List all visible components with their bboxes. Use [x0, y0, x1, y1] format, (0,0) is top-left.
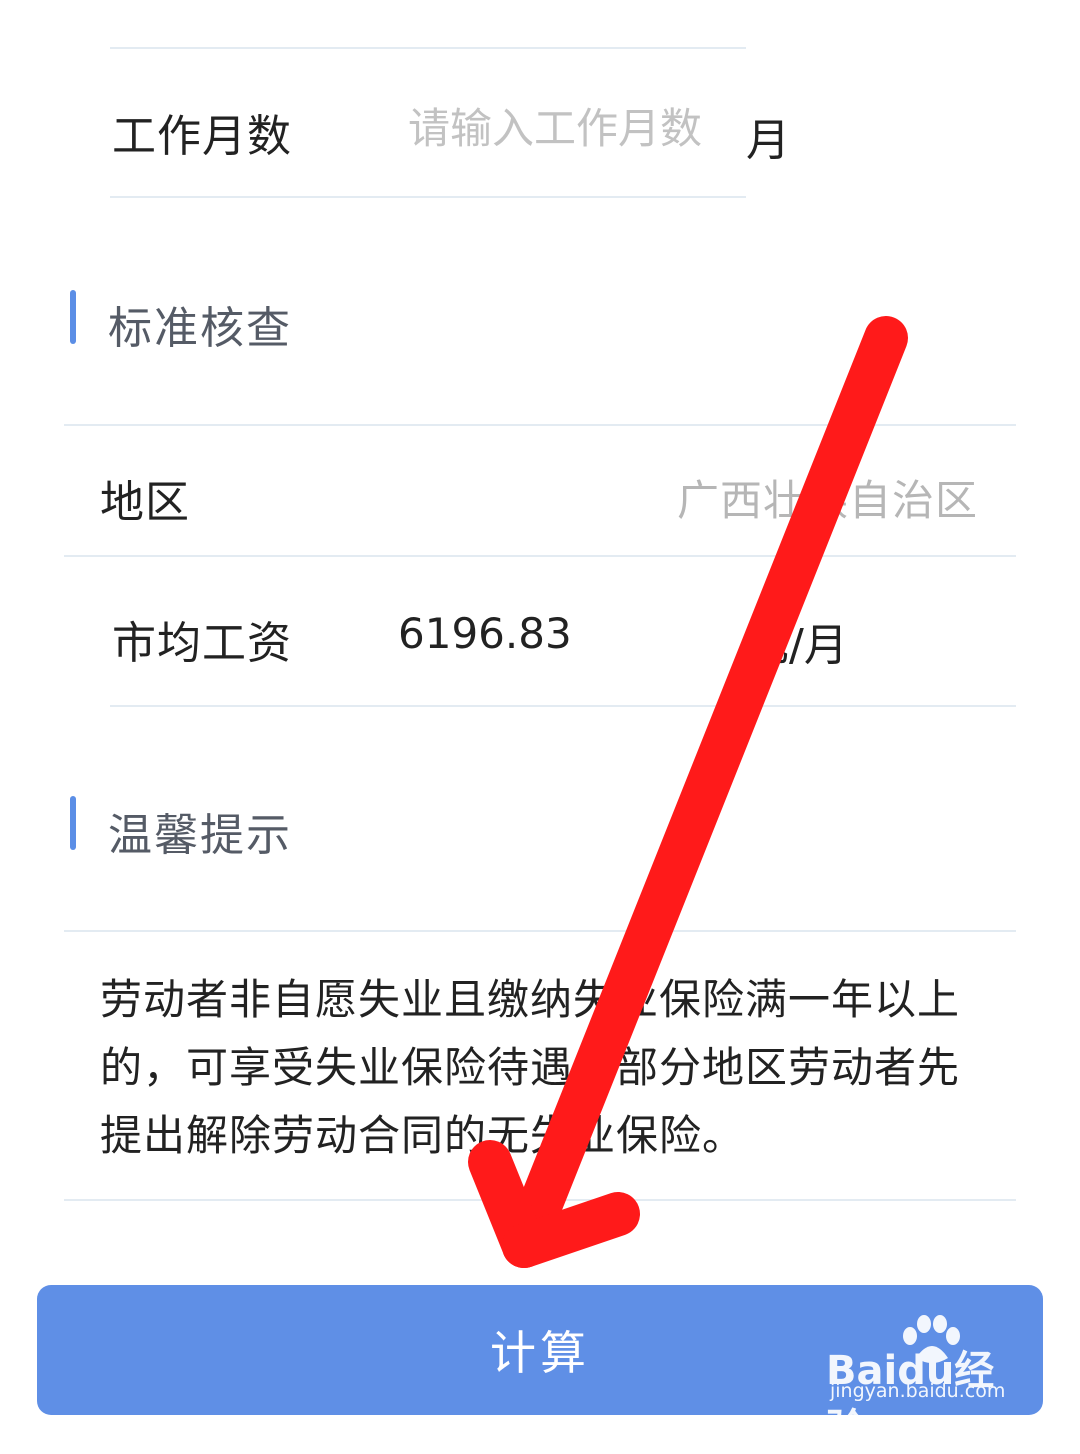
- section-title-standard-check: 标准核查: [108, 303, 292, 354]
- work-months-input[interactable]: [408, 96, 726, 160]
- divider: [110, 705, 1016, 707]
- region-label: 地区: [100, 477, 190, 528]
- section-title-tips: 温馨提示: [108, 810, 292, 861]
- section-accent-bar: [70, 796, 76, 850]
- divider: [110, 47, 746, 49]
- baidu-jingyan-watermark: Baidu经验 jingyan.baidu.com: [826, 1315, 1026, 1452]
- work-months-label: 工作月数: [112, 111, 292, 162]
- avg-wage-unit: 元/月: [745, 620, 848, 671]
- avg-wage-label: 市均工资: [112, 618, 292, 669]
- divider: [64, 424, 1016, 426]
- region-selector[interactable]: 广西壮族自治区: [677, 467, 978, 528]
- calculate-button-label: 计算: [490, 1326, 590, 1380]
- section-accent-bar: [70, 290, 76, 344]
- work-months-unit: 月: [746, 115, 790, 166]
- divider: [110, 196, 746, 198]
- arrow-head-right: [502, 1192, 640, 1268]
- arrow-head-left: [468, 1140, 546, 1268]
- divider: [64, 930, 1016, 932]
- divider: [64, 1199, 1016, 1201]
- avg-wage-value: 6196.83: [398, 609, 572, 658]
- annotation-arrow: [468, 316, 908, 1268]
- tip-text: 劳动者非自愿失业且缴纳失业保险满一年以上的，可享受失业保险待遇。部分地区劳动者先…: [100, 975, 961, 1160]
- watermark-url: jingyan.baidu.com: [830, 1380, 1006, 1402]
- divider: [64, 555, 1016, 557]
